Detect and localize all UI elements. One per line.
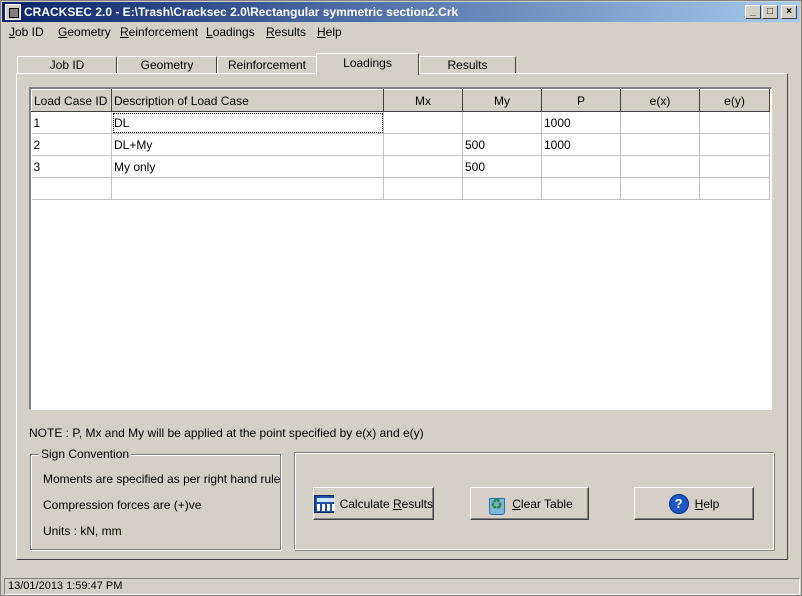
- help-label: Help: [695, 497, 720, 511]
- grid-cell[interactable]: 1: [31, 111, 112, 134]
- menu-geometry[interactable]: Geometry: [58, 25, 111, 39]
- grid-cell[interactable]: [541, 155, 621, 178]
- clear-label-post: lear Table: [520, 496, 573, 511]
- grid-cell[interactable]: [462, 111, 542, 134]
- status-bar: 13/01/2013 1:59:47 PM: [2, 577, 800, 595]
- menu-help[interactable]: Help: [317, 25, 342, 39]
- menu-reinforcement-mnemonic: R: [120, 25, 129, 39]
- grid-cell[interactable]: [699, 111, 770, 134]
- sign-convention-title: Sign Convention: [39, 447, 132, 461]
- help-button[interactable]: ? Help: [634, 487, 754, 520]
- table-row: 2 DL+My 500 1000: [31, 133, 770, 156]
- grid-cell[interactable]: [31, 177, 112, 200]
- menu-job-id[interactable]: Job ID: [9, 25, 44, 39]
- tab-reinforcement[interactable]: Reinforcement: [217, 56, 317, 74]
- app-icon[interactable]: [5, 4, 21, 20]
- grid-cell[interactable]: [383, 177, 463, 200]
- table-row: [31, 177, 770, 200]
- menu-bar: Job ID Geometry Reinforcement Loadings R…: [2, 23, 800, 42]
- note-text: NOTE : P, Mx and My will be applied at t…: [29, 426, 424, 440]
- column-header-ey[interactable]: e(y): [699, 89, 770, 112]
- menu-reinforcement[interactable]: Reinforcement: [120, 25, 198, 39]
- column-header-my[interactable]: My: [462, 89, 542, 112]
- window-title: CRACKSEC 2.0 - E:\Trash\Cracksec 2.0\Rec…: [24, 5, 459, 19]
- grid-cell[interactable]: 2: [31, 133, 112, 156]
- grid-cell[interactable]: DL: [111, 111, 384, 134]
- grid-cell[interactable]: 1000: [541, 111, 621, 134]
- grid-cell[interactable]: [620, 133, 700, 156]
- recycle-bin-icon: [486, 494, 506, 515]
- menu-results[interactable]: Results: [266, 25, 306, 39]
- grid-cell[interactable]: [699, 133, 770, 156]
- close-button[interactable]: ×: [781, 5, 797, 19]
- calculate-label-post: esults: [401, 496, 433, 511]
- grid-cell[interactable]: [111, 177, 384, 200]
- title-bar[interactable]: CRACKSEC 2.0 - E:\Trash\Cracksec 2.0\Rec…: [2, 2, 800, 22]
- column-header-ex[interactable]: e(x): [620, 89, 700, 112]
- sign-convention-group: Sign Convention Moments are specified as…: [30, 447, 281, 550]
- grid-header-row: Load Case ID Description of Load Case Mx…: [31, 89, 770, 112]
- grid-cell[interactable]: [620, 177, 700, 200]
- grid-cell[interactable]: [383, 133, 463, 156]
- menu-reinforcement-label: einforcement: [128, 25, 199, 39]
- grid-cell[interactable]: [383, 111, 463, 134]
- menu-help-label: elp: [325, 25, 342, 39]
- menu-job-id-label: ob ID: [15, 25, 44, 39]
- grid-cell[interactable]: [462, 177, 542, 200]
- menu-geometry-label: eometry: [67, 25, 111, 39]
- menu-help-mnemonic: H: [317, 25, 326, 39]
- column-header-description[interactable]: Description of Load Case: [111, 89, 384, 112]
- grid-cell[interactable]: [383, 155, 463, 178]
- grid-cell[interactable]: 500: [462, 133, 542, 156]
- table-row: 3 My only 500: [31, 155, 770, 178]
- menu-loadings[interactable]: Loadings: [206, 25, 255, 39]
- clear-table-button[interactable]: Clear Table: [470, 487, 589, 520]
- grid-cell[interactable]: 500: [462, 155, 542, 178]
- tab-geometry[interactable]: Geometry: [117, 56, 217, 74]
- maximize-button[interactable]: □: [762, 5, 778, 19]
- column-header-load-case-id[interactable]: Load Case ID: [31, 89, 112, 112]
- grid-cell[interactable]: [620, 111, 700, 134]
- grid-cell[interactable]: 1000: [541, 133, 621, 156]
- grid-cell[interactable]: [541, 177, 621, 200]
- calculate-label-pre: Calculate: [339, 496, 393, 511]
- grid-cell[interactable]: [620, 155, 700, 178]
- status-datetime: 13/01/2013 1:59:47 PM: [4, 578, 800, 595]
- calculate-label-mnemonic: R: [392, 496, 402, 511]
- column-header-p[interactable]: P: [541, 89, 621, 112]
- menu-loadings-label: oadings: [212, 25, 255, 39]
- grid-cell[interactable]: [699, 155, 770, 178]
- sign-convention-line-1: Moments are specified as per right hand …: [43, 472, 281, 486]
- table-row: 1 DL 1000: [31, 111, 770, 134]
- help-icon: ?: [668, 493, 689, 514]
- calculator-icon: [314, 494, 335, 513]
- tab-loadings[interactable]: Loadings: [316, 53, 419, 75]
- calculate-results-button[interactable]: Calculate Results: [313, 487, 434, 520]
- tab-results[interactable]: Results: [419, 56, 516, 74]
- menu-geometry-mnemonic: G: [58, 25, 68, 39]
- sign-convention-line-2: Compression forces are (+)ve: [43, 498, 202, 512]
- grid-cell[interactable]: 3: [31, 155, 112, 178]
- column-header-mx[interactable]: Mx: [383, 89, 463, 112]
- grid-cell[interactable]: DL+My: [111, 133, 384, 156]
- tab-job-id[interactable]: Job ID: [17, 56, 117, 74]
- clear-table-label: Clear Table: [512, 497, 573, 511]
- calculate-results-label: Calculate Results: [340, 497, 433, 511]
- load-case-grid[interactable]: Load Case ID Description of Load Case Mx…: [29, 87, 772, 410]
- help-label-post: elp: [703, 496, 720, 511]
- menu-results-label: esults: [274, 25, 307, 39]
- clear-label-mnemonic: C: [512, 496, 521, 511]
- main-window: CRACKSEC 2.0 - E:\Trash\Cracksec 2.0\Rec…: [0, 0, 802, 596]
- minimize-button[interactable]: _: [745, 5, 761, 19]
- grid-cell[interactable]: [699, 177, 770, 200]
- sign-convention-line-3: Units : kN, mm: [43, 524, 122, 538]
- menu-loadings-mnemonic: L: [206, 25, 213, 39]
- menu-results-mnemonic: R: [266, 25, 275, 39]
- grid-cell[interactable]: My only: [111, 155, 384, 178]
